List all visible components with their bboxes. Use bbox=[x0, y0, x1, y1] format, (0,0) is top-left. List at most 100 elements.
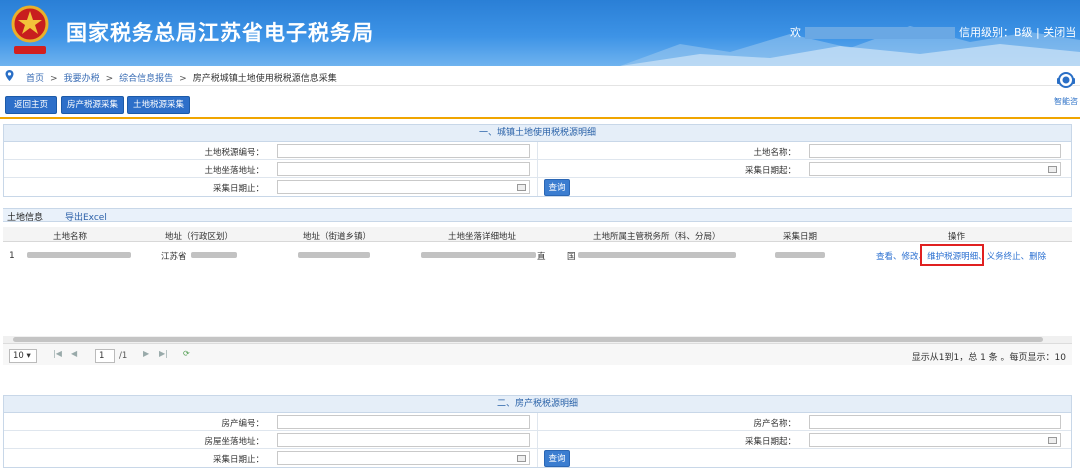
land-query-button[interactable]: 查询 bbox=[544, 179, 570, 196]
breadcrumb-current: 房产税城镇土地使用税税源信息采集 bbox=[192, 74, 337, 84]
house-source-button[interactable]: 房产税源采集 bbox=[61, 96, 125, 114]
col-land-name[interactable]: 土地名称 bbox=[53, 230, 87, 242]
site-title: 国家税务总局江苏省电子税务局 bbox=[66, 21, 374, 45]
headset-icon bbox=[1057, 72, 1075, 88]
redacted-region bbox=[191, 252, 237, 258]
view-link[interactable]: 查看 bbox=[876, 252, 893, 262]
breadcrumb-sep: > bbox=[50, 74, 58, 84]
grid-header: 土地名称 地址（行政区划） 地址（街道乡镇） 土地坐落详细地址 土地所属主管税务… bbox=[3, 227, 1072, 242]
col-collect-date[interactable]: 采集日期 bbox=[783, 230, 817, 242]
grid-tabs: 土地信息 导出Excel bbox=[3, 208, 1072, 223]
land-address-input[interactable] bbox=[277, 162, 530, 176]
col-admin-region[interactable]: 地址（行政区划） bbox=[165, 230, 233, 242]
house-query-row-1: 房产编号： 房产名称： bbox=[4, 413, 1071, 431]
table-row[interactable]: 1 江苏省 直 国 查看、修改、维护税源明细、义务终止、删除 bbox=[3, 244, 1072, 266]
redacted-address bbox=[421, 252, 536, 258]
column-divider bbox=[537, 142, 538, 160]
row-office-prefix: 国 bbox=[567, 252, 576, 262]
column-divider bbox=[537, 413, 538, 431]
land-query-row-2: 土地坐落地址： 采集日期起： bbox=[4, 160, 1071, 178]
breadcrumb-tax[interactable]: 我要办税 bbox=[64, 74, 100, 84]
house-query-panel: 二、房产税税源明细 房产编号： 房产名称： 房屋坐落地址： 采集日期起： 采集日… bbox=[3, 395, 1072, 468]
tax-emblem-icon bbox=[11, 5, 49, 54]
house-no-label: 房产编号： bbox=[221, 419, 264, 429]
house-date-to-input[interactable] bbox=[277, 451, 530, 465]
house-query-row-2: 房屋坐落地址： 采集日期起： bbox=[4, 431, 1071, 449]
horizontal-scrollbar[interactable] bbox=[3, 336, 1072, 343]
user-info: 欢 信用级别：B级 | 关闭当 bbox=[790, 24, 1076, 40]
redacted-date bbox=[775, 252, 825, 258]
land-date-to-input[interactable] bbox=[277, 180, 530, 194]
col-detail-address[interactable]: 土地坐落详细地址 bbox=[448, 230, 516, 242]
last-page-icon[interactable]: ▶| bbox=[159, 349, 168, 358]
calendar-icon[interactable] bbox=[1048, 437, 1057, 444]
house-address-input[interactable] bbox=[277, 433, 530, 447]
export-excel-button[interactable]: 导出Excel bbox=[65, 210, 107, 223]
land-name-input[interactable] bbox=[809, 144, 1061, 158]
land-query-row-3: 采集日期止： 查询 bbox=[4, 178, 1071, 196]
house-date-from-input[interactable] bbox=[809, 433, 1061, 447]
house-address-label: 房屋坐落地址： bbox=[204, 437, 264, 447]
page-number-input[interactable]: 1 bbox=[95, 349, 115, 363]
delete-link[interactable]: 删除 bbox=[1029, 252, 1046, 262]
land-name-label: 土地名称： bbox=[753, 148, 796, 158]
first-page-icon[interactable]: |◀ bbox=[53, 349, 62, 358]
land-date-to-label: 采集日期止： bbox=[212, 184, 264, 194]
header-banner: 国家税务总局江苏省电子税务局 欢 信用级别：B级 | 关闭当 bbox=[0, 0, 1080, 66]
pager-info: 显示从1到1，总 1 条 。每页显示：10 bbox=[911, 353, 1066, 363]
house-query-row-3: 采集日期止： 查询 bbox=[4, 449, 1071, 467]
column-divider bbox=[537, 178, 538, 196]
house-date-to-label: 采集日期止： bbox=[212, 455, 264, 465]
refresh-icon[interactable]: ⟳ bbox=[183, 349, 190, 358]
row-province: 江苏省 bbox=[161, 252, 187, 262]
redacted-street bbox=[298, 252, 370, 258]
welcome-text: 欢 bbox=[790, 26, 801, 39]
page-size-select[interactable]: 10 ▾ bbox=[9, 349, 37, 363]
calendar-icon[interactable] bbox=[517, 184, 526, 191]
next-page-icon[interactable]: ▶ bbox=[143, 349, 149, 358]
edit-link[interactable]: 修改 bbox=[902, 252, 919, 262]
mountain-decoration bbox=[620, 26, 1080, 66]
land-address-label: 土地坐落地址： bbox=[204, 166, 264, 176]
calendar-icon[interactable] bbox=[1048, 166, 1057, 173]
home-button[interactable]: 返回主页 bbox=[5, 96, 58, 114]
terminate-link[interactable]: 义务终止 bbox=[987, 252, 1021, 262]
breadcrumb-sep: > bbox=[105, 74, 114, 84]
house-name-input[interactable] bbox=[809, 415, 1061, 429]
land-date-from-input[interactable] bbox=[809, 162, 1061, 176]
land-date-from-label: 采集日期起： bbox=[744, 166, 796, 176]
header-separator: | bbox=[1036, 26, 1040, 39]
col-tax-office[interactable]: 土地所属主管税务所（科、分局） bbox=[593, 230, 721, 242]
house-query-button[interactable]: 查询 bbox=[544, 450, 570, 467]
toolbar: 返回主页 房产税源采集 土地税源采集 bbox=[5, 96, 193, 114]
page-size-value: 10 bbox=[13, 351, 24, 361]
house-no-input[interactable] bbox=[277, 415, 530, 429]
col-street-town[interactable]: 地址（街道乡镇） bbox=[303, 230, 371, 242]
breadcrumb: 首页 > 我要办税 > 综合信息报告 > 房产税城镇土地使用税税源信息采集 bbox=[0, 66, 1080, 86]
prev-page-icon[interactable]: ◀ bbox=[71, 349, 77, 358]
calendar-icon[interactable] bbox=[517, 455, 526, 462]
land-query-row-1: 土地税源编号： 土地名称： bbox=[4, 142, 1071, 160]
column-divider bbox=[537, 160, 538, 178]
row-index: 1 bbox=[9, 251, 15, 261]
land-source-no-label: 土地税源编号： bbox=[204, 148, 264, 158]
land-source-no-input[interactable] bbox=[277, 144, 530, 158]
row-operations: 查看、修改、维护税源明细、义务终止、删除 bbox=[876, 244, 1046, 266]
column-divider bbox=[537, 449, 538, 467]
house-panel-title: 二、房产税税源明细 bbox=[4, 396, 1071, 413]
close-link[interactable]: 关闭当 bbox=[1043, 26, 1076, 39]
land-source-button[interactable]: 土地税源采集 bbox=[127, 96, 191, 114]
toolbar-divider bbox=[0, 117, 1080, 119]
location-pin-icon bbox=[5, 70, 14, 81]
tab-land-info[interactable]: 土地信息 bbox=[7, 210, 43, 223]
smart-assistant[interactable]: 智能咨 bbox=[1052, 70, 1080, 110]
highlight-box bbox=[920, 244, 984, 266]
breadcrumb-home[interactable]: 首页 bbox=[26, 74, 44, 84]
scrollbar-thumb[interactable] bbox=[13, 337, 1043, 342]
land-panel-title: 一、城镇土地使用税税源明细 bbox=[4, 125, 1071, 142]
breadcrumb-report[interactable]: 综合信息报告 bbox=[119, 74, 173, 84]
masked-username bbox=[805, 27, 955, 39]
house-name-label: 房产名称： bbox=[753, 419, 796, 429]
land-query-panel: 一、城镇土地使用税税源明细 土地税源编号： 土地名称： 土地坐落地址： 采集日期… bbox=[3, 124, 1072, 197]
pagination: 10 ▾ |◀ ◀ 1 /1 ▶ ▶| ⟳ 显示从1到1，总 1 条 。每页显示… bbox=[3, 343, 1072, 365]
